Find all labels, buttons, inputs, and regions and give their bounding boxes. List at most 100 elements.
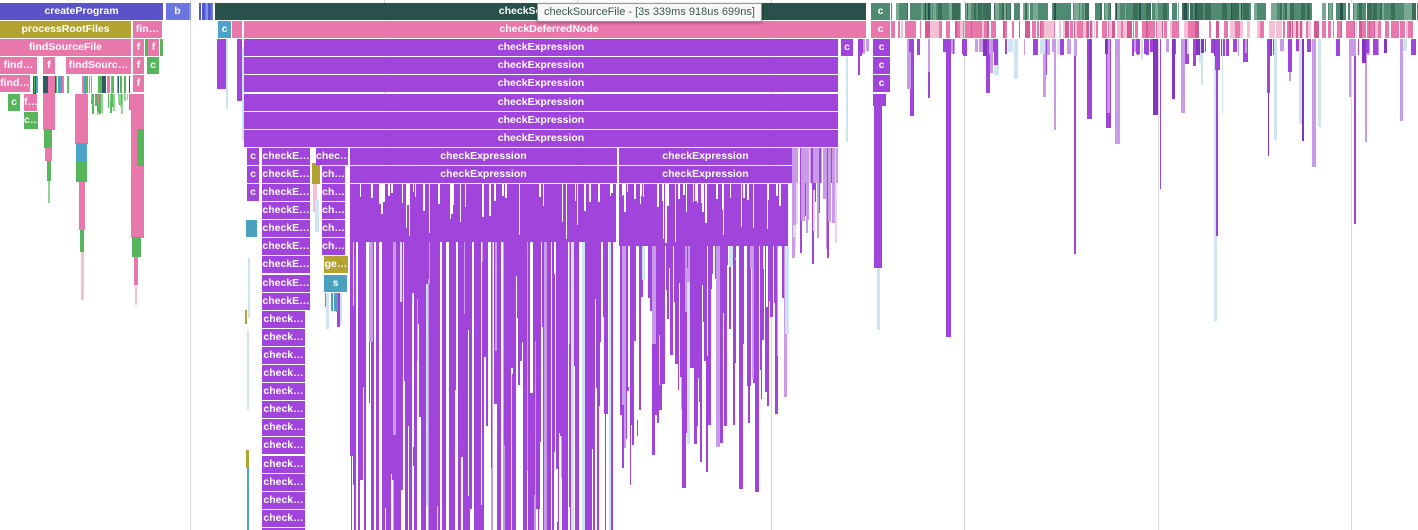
micro-frame[interactable] bbox=[622, 184, 623, 196]
micro-frame[interactable] bbox=[1215, 39, 1220, 70]
frame-s[interactable]: s bbox=[324, 275, 347, 292]
frame-check[interactable]: check… bbox=[262, 419, 305, 436]
micro-frame[interactable] bbox=[1395, 21, 1399, 38]
micro-frame[interactable] bbox=[1133, 3, 1138, 20]
micro-frame[interactable] bbox=[636, 246, 638, 327]
frame-checke[interactable]: checkE… bbox=[262, 202, 310, 219]
micro-frame[interactable] bbox=[1012, 21, 1013, 38]
frame-c[interactable]: c bbox=[873, 57, 890, 74]
micro-frame[interactable] bbox=[1351, 21, 1354, 38]
micro-frame[interactable] bbox=[898, 21, 900, 38]
frame-fragment[interactable] bbox=[44, 129, 52, 148]
frame-fragment[interactable] bbox=[137, 129, 144, 166]
micro-frame[interactable] bbox=[1280, 3, 1281, 20]
micro-frame[interactable] bbox=[670, 246, 673, 276]
micro-frame[interactable] bbox=[478, 242, 482, 530]
micro-frame[interactable] bbox=[126, 76, 128, 93]
micro-frame[interactable] bbox=[1274, 39, 1277, 139]
micro-frame[interactable] bbox=[191, 3, 195, 20]
micro-frame[interactable] bbox=[453, 242, 455, 420]
micro-frame[interactable] bbox=[1065, 21, 1069, 38]
micro-frame[interactable] bbox=[417, 242, 420, 299]
frame-check[interactable]: check… bbox=[262, 492, 305, 509]
micro-frame[interactable] bbox=[1411, 39, 1416, 55]
micro-frame[interactable] bbox=[1261, 21, 1264, 38]
frame-checke[interactable]: checkE… bbox=[262, 184, 310, 201]
micro-frame[interactable] bbox=[989, 39, 993, 54]
micro-frame[interactable] bbox=[413, 184, 414, 192]
frame-f[interactable]: f bbox=[133, 75, 144, 92]
micro-frame[interactable] bbox=[99, 94, 101, 109]
frame-fragment[interactable] bbox=[874, 105, 882, 268]
micro-frame[interactable] bbox=[1139, 3, 1141, 20]
micro-frame[interactable] bbox=[961, 3, 966, 20]
frame-fragment[interactable] bbox=[79, 182, 85, 230]
micro-frame[interactable] bbox=[521, 242, 523, 342]
micro-frame[interactable] bbox=[460, 184, 461, 222]
micro-frame[interactable] bbox=[1019, 21, 1021, 38]
frame-f[interactable]: f bbox=[133, 57, 144, 74]
frame-ch[interactable]: ch… bbox=[322, 166, 345, 183]
micro-frame[interactable] bbox=[1121, 21, 1123, 38]
micro-frame[interactable] bbox=[369, 242, 372, 342]
micro-frame[interactable] bbox=[1276, 21, 1281, 38]
micro-frame[interactable] bbox=[1373, 3, 1377, 20]
micro-frame[interactable] bbox=[582, 242, 585, 530]
micro-frame[interactable] bbox=[108, 94, 109, 109]
micro-frame[interactable] bbox=[1136, 39, 1140, 53]
micro-frame[interactable] bbox=[484, 242, 487, 322]
frame-c[interactable]: c bbox=[873, 75, 890, 92]
micro-frame[interactable] bbox=[1074, 39, 1077, 56]
micro-frame[interactable] bbox=[1363, 21, 1365, 38]
micro-frame[interactable] bbox=[458, 242, 461, 530]
micro-frame[interactable] bbox=[1205, 39, 1206, 52]
micro-frame[interactable] bbox=[361, 242, 363, 343]
micro-frame[interactable] bbox=[1322, 21, 1326, 38]
micro-frame[interactable] bbox=[733, 246, 735, 425]
micro-frame[interactable] bbox=[1308, 21, 1310, 38]
frame-chec[interactable]: chec… bbox=[316, 148, 348, 165]
micro-frame[interactable] bbox=[1084, 21, 1086, 38]
frame-fragment[interactable] bbox=[75, 94, 88, 144]
micro-frame[interactable] bbox=[1318, 39, 1320, 127]
micro-frame[interactable] bbox=[1025, 21, 1030, 38]
micro-frame[interactable] bbox=[120, 76, 121, 93]
micro-frame[interactable] bbox=[1231, 3, 1233, 20]
frame-fragment[interactable] bbox=[81, 252, 84, 300]
micro-frame[interactable] bbox=[453, 184, 454, 205]
micro-frame[interactable] bbox=[652, 246, 656, 344]
micro-frame[interactable] bbox=[451, 184, 453, 214]
frame-checkexpression[interactable]: checkExpression bbox=[244, 130, 838, 147]
micro-frame[interactable] bbox=[1391, 3, 1395, 20]
micro-frame[interactable] bbox=[426, 242, 428, 284]
micro-frame[interactable] bbox=[1301, 3, 1304, 20]
frame-c[interactable]: c bbox=[147, 57, 159, 74]
micro-frame[interactable] bbox=[940, 21, 942, 38]
micro-frame[interactable] bbox=[707, 246, 708, 356]
micro-frame[interactable] bbox=[1359, 3, 1362, 20]
micro-frame[interactable] bbox=[1169, 3, 1172, 20]
micro-frame[interactable] bbox=[1307, 39, 1312, 52]
micro-frame[interactable] bbox=[513, 242, 517, 276]
frame-checkdeferrednode[interactable]: checkDeferredNode bbox=[232, 21, 866, 38]
micro-frame[interactable] bbox=[949, 3, 951, 20]
micro-frame[interactable] bbox=[767, 184, 768, 229]
frame-f[interactable]: f… bbox=[24, 94, 37, 111]
micro-frame[interactable] bbox=[1089, 39, 1091, 79]
micro-frame[interactable] bbox=[724, 246, 727, 426]
micro-frame[interactable] bbox=[537, 242, 539, 505]
frame-checke[interactable]: checkE… bbox=[262, 256, 310, 273]
micro-frame[interactable] bbox=[415, 184, 416, 197]
micro-frame[interactable] bbox=[1270, 39, 1272, 55]
micro-frame[interactable] bbox=[1370, 21, 1375, 38]
micro-frame[interactable] bbox=[701, 184, 703, 203]
micro-frame[interactable] bbox=[1117, 3, 1120, 20]
flame-chart[interactable]: createProgrambcheckSourceFilecprocessRoo… bbox=[0, 0, 1418, 530]
micro-frame[interactable] bbox=[1178, 3, 1179, 20]
micro-frame[interactable] bbox=[1326, 3, 1328, 20]
micro-frame[interactable] bbox=[497, 242, 501, 530]
micro-frame[interactable] bbox=[1241, 3, 1242, 20]
micro-frame[interactable] bbox=[371, 184, 373, 198]
micro-frame[interactable] bbox=[468, 242, 469, 330]
micro-frame[interactable] bbox=[34, 76, 35, 93]
